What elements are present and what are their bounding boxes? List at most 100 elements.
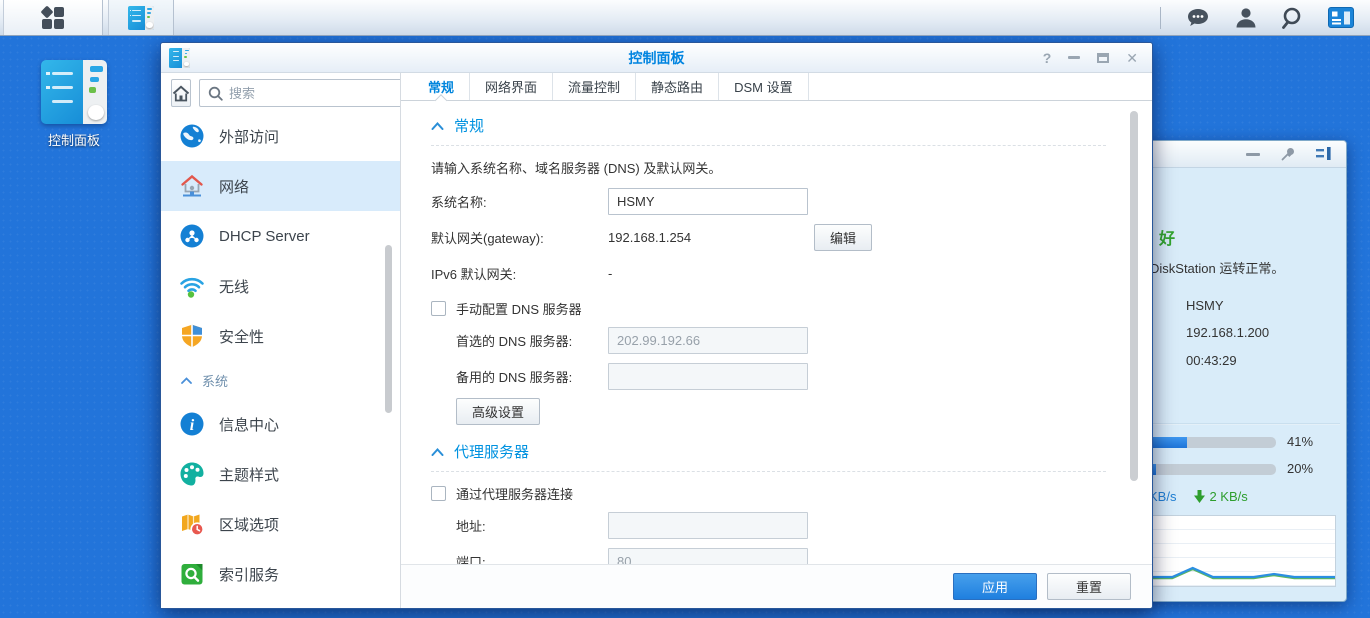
- sidebar-item-indexing-service[interactable]: 索引服务: [161, 549, 400, 599]
- sidebar-item-security[interactable]: 安全性: [161, 311, 400, 361]
- taskbar: [0, 0, 1370, 36]
- proxy-port-row: 端口:: [456, 547, 1106, 564]
- download-arrow-icon: [1194, 490, 1205, 503]
- edit-gateway-button[interactable]: 编辑: [814, 224, 872, 251]
- content-scrollbar[interactable]: [1130, 111, 1138, 481]
- desktop-shortcut-control-panel[interactable]: 控制面板: [36, 60, 112, 149]
- widget-minimize-icon[interactable]: [1246, 153, 1260, 156]
- sidebar-item-external-access[interactable]: 外部访问: [161, 111, 400, 161]
- proxy-address-input[interactable]: [608, 512, 808, 539]
- sidebar-item-partial[interactable]: [161, 599, 400, 608]
- sidebar-item-dhcp-server[interactable]: DHCP Server: [161, 211, 400, 261]
- sidebar-item-network[interactable]: 网络: [161, 161, 400, 211]
- preferred-dns-input[interactable]: [608, 327, 808, 354]
- gateway-row: 默认网关(gateway): 192.168.1.254 编辑: [431, 223, 1106, 251]
- pilot-view-icon: [1328, 7, 1354, 28]
- sidebar-scrollbar[interactable]: [385, 245, 392, 413]
- search-input[interactable]: [229, 86, 401, 101]
- proxy-port-label: 端口:: [456, 552, 608, 565]
- widget-greeting: 好: [1159, 225, 1175, 249]
- manual-dns-label: 手动配置 DNS 服务器: [456, 299, 582, 318]
- ipv6-gateway-row: IPv6 默认网关: -: [431, 259, 1106, 287]
- cpu-percent-label: 41%: [1287, 434, 1313, 449]
- taskbar-control-panel-button[interactable]: [108, 0, 174, 35]
- section-title: 常规: [454, 115, 484, 136]
- sidebar-item-wireless[interactable]: 无线: [161, 261, 400, 311]
- dns-advanced-button[interactable]: 高级设置: [456, 398, 540, 425]
- form-area: 常规 请输入系统名称、域名服务器 (DNS) 及默认网关。 系统名称: 默认网关…: [401, 101, 1152, 564]
- collapse-chevron-icon: [431, 122, 444, 130]
- system-name-input[interactable]: [608, 188, 808, 215]
- dhcp-icon: [179, 223, 205, 249]
- proxy-address-label: 地址:: [456, 516, 608, 535]
- minimize-icon[interactable]: [1068, 56, 1080, 59]
- tab-general[interactable]: 常规: [413, 73, 470, 100]
- section-proxy[interactable]: 代理服务器: [431, 441, 1106, 472]
- alternate-dns-input[interactable]: [608, 363, 808, 390]
- help-icon[interactable]: ?: [1043, 51, 1052, 65]
- uptime-value: 00:43:29: [1186, 353, 1237, 368]
- proxy-port-input[interactable]: [608, 548, 808, 565]
- sidebar-section-label: 系统: [202, 371, 228, 390]
- notifications-button[interactable]: [1185, 6, 1211, 30]
- shield-icon: [179, 323, 205, 349]
- maximize-icon[interactable]: [1097, 53, 1109, 63]
- network-home-icon: [179, 173, 205, 199]
- pilot-view-button[interactable]: [1328, 7, 1354, 28]
- pin-icon[interactable]: [1280, 146, 1296, 162]
- sidebar-section-system[interactable]: 系统: [161, 361, 400, 399]
- home-button[interactable]: [171, 79, 191, 107]
- sidebar-item-theme[interactable]: 主题样式: [161, 449, 400, 499]
- window-title: 控制面板: [161, 48, 1152, 68]
- sidebar-item-label: 索引服务: [219, 564, 279, 585]
- widget-status-text: DiskStation 运转正常。: [1150, 258, 1284, 277]
- manual-dns-checkbox[interactable]: [431, 301, 446, 316]
- sidebar-item-label: 无线: [219, 276, 249, 297]
- sidebar-item-info-center[interactable]: i 信息中心: [161, 399, 400, 449]
- home-icon: [172, 85, 190, 102]
- tab-network-interface[interactable]: 网络界面: [470, 73, 553, 100]
- section-general[interactable]: 常规: [431, 115, 1106, 146]
- proxy-address-row: 地址:: [456, 511, 1106, 539]
- chat-icon: [1185, 6, 1211, 30]
- main-menu-button[interactable]: [3, 0, 103, 35]
- wifi-icon: [179, 273, 205, 299]
- ram-percent-label: 20%: [1287, 461, 1313, 476]
- sidebar-search[interactable]: [199, 79, 401, 107]
- proxy-connect-row: 通过代理服务器连接: [431, 484, 1106, 503]
- tab-traffic-control[interactable]: 流量控制: [553, 73, 636, 100]
- sidebar-item-label: 网络: [219, 176, 249, 197]
- widget-panel-icon[interactable]: [1316, 147, 1332, 161]
- main-menu-icon: [42, 7, 64, 29]
- search-icon: [208, 86, 223, 101]
- taskbar-divider: [1160, 7, 1161, 29]
- sidebar-item-label: 外部访问: [219, 126, 279, 147]
- sidebar-item-regional-options[interactable]: 区域选项: [161, 499, 400, 549]
- user-menu-button[interactable]: [1235, 6, 1257, 30]
- tab-static-route[interactable]: 静态路由: [636, 73, 719, 100]
- reset-button[interactable]: 重置: [1047, 573, 1131, 600]
- sidebar-item-label: 主题样式: [219, 464, 279, 485]
- info-icon: i: [179, 411, 205, 437]
- upload-speed-label: KB/s: [1149, 489, 1176, 504]
- control-panel-icon: [128, 6, 154, 30]
- general-description: 请输入系统名称、域名服务器 (DNS) 及默认网关。: [431, 158, 1106, 177]
- tab-dsm-settings[interactable]: DSM 设置: [719, 73, 809, 100]
- search-button[interactable]: [1281, 6, 1304, 30]
- window-titlebar[interactable]: 控制面板 ? ✕: [161, 43, 1152, 73]
- shortcut-label: 控制面板: [36, 130, 112, 149]
- sidebar-item-label: 安全性: [219, 326, 264, 347]
- palette-icon: [179, 461, 205, 487]
- section-title: 代理服务器: [454, 441, 529, 462]
- apply-button[interactable]: 应用: [953, 573, 1037, 600]
- proxy-connect-checkbox[interactable]: [431, 486, 446, 501]
- download-speed-label: 2 KB/s: [1194, 489, 1247, 504]
- sidebar-item-label: 信息中心: [219, 414, 279, 435]
- close-icon[interactable]: ✕: [1126, 51, 1138, 65]
- region-map-clock-icon: [179, 511, 205, 537]
- preferred-dns-row: 首选的 DNS 服务器:: [456, 326, 1106, 354]
- sidebar: 外部访问 网络: [161, 73, 401, 608]
- control-panel-window: 控制面板 ? ✕: [160, 42, 1153, 609]
- globe-icon: [179, 123, 205, 149]
- system-name-label: 系统名称:: [431, 192, 608, 211]
